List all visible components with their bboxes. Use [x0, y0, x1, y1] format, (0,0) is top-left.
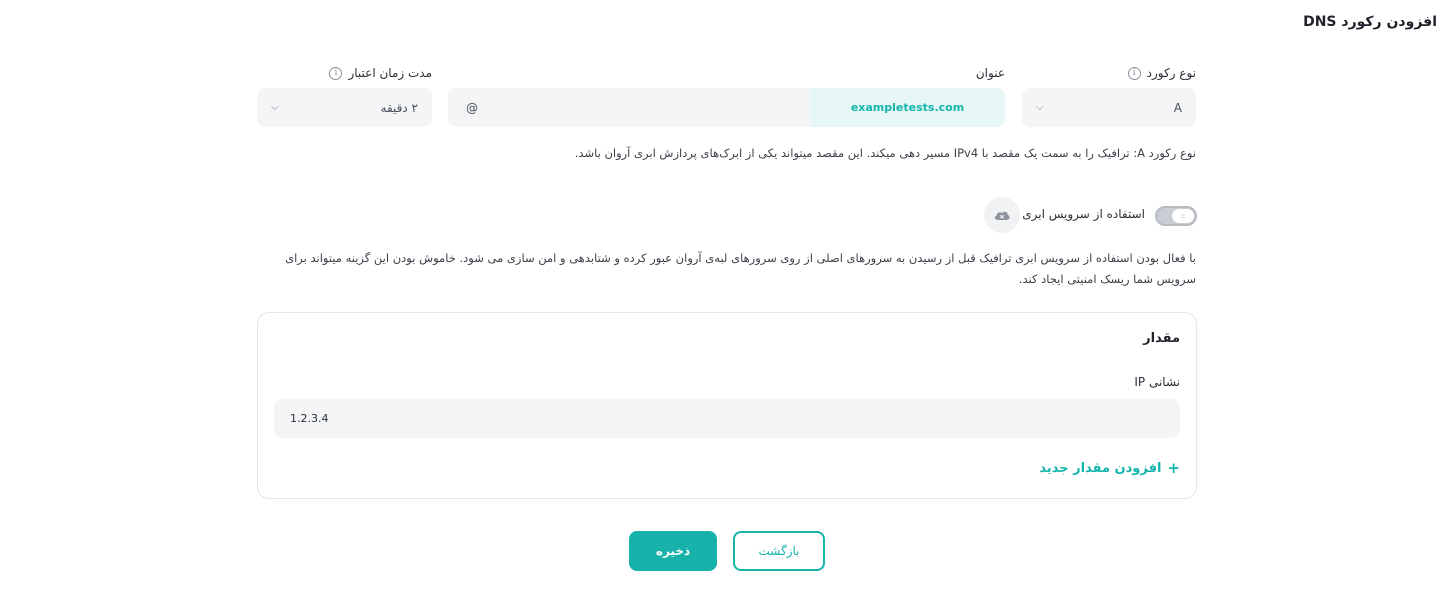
record-type-select[interactable]: A ⌵ [1022, 88, 1196, 127]
value-card-title: مقدار [1143, 331, 1180, 346]
record-type-label: نوع رکورد [1146, 66, 1196, 80]
name-input[interactable]: @ [448, 88, 810, 127]
info-icon[interactable]: i [1127, 66, 1141, 80]
cloud-icon[interactable] [984, 197, 1020, 233]
plus-icon: + [1167, 459, 1180, 477]
name-label-group: عنوان [976, 66, 1005, 80]
chevron-down-icon: ⌵ [1036, 102, 1044, 113]
back-button[interactable]: بازگشت [733, 531, 825, 571]
name-label: عنوان [975, 66, 1005, 80]
add-value-label: افزودن مقدار جدید [1039, 460, 1162, 476]
ttl-label-group: مدت زمان اعتبار i [329, 66, 432, 80]
ttl-label: مدت زمان اعتبار [348, 66, 432, 80]
cloud-service-label: استفاده از سرویس ابری [1022, 207, 1145, 221]
ttl-value: ۲ دقیقه [380, 100, 418, 115]
add-value-button[interactable]: + افزودن مقدار جدید [1039, 459, 1180, 477]
save-button[interactable]: ذخیره [629, 531, 717, 571]
cloud-service-toggle[interactable]: ::: [1155, 206, 1197, 226]
info-icon[interactable]: i [329, 66, 343, 80]
domain-suffix: exampletests.com [810, 88, 1005, 127]
record-type-hint: نوع رکورد A: ترافیک را به سمت یک مقصد با… [574, 146, 1196, 160]
cloud-service-description-2: سرویس شما ریسک امنیتی ایجاد کند. [1018, 272, 1196, 286]
record-type-value: A [1173, 100, 1182, 115]
ttl-select[interactable]: ۲ دقیقه ⌵ [257, 88, 432, 127]
ip-label: نشانی IP [1134, 375, 1180, 389]
name-field: @ exampletests.com [448, 88, 1005, 127]
name-input-value: @ [466, 100, 478, 115]
toggle-knob: ::: [1172, 209, 1194, 223]
page-title: افزودن رکورد DNS [1303, 14, 1437, 30]
value-card: مقدار نشانی IP + افزودن مقدار جدید [257, 312, 1197, 499]
cloud-service-description-1: با فعال بودن استفاده از سرویس ابری ترافی… [285, 251, 1196, 265]
chevron-down-icon: ⌵ [271, 102, 279, 113]
ip-input[interactable] [274, 399, 1180, 438]
record-type-label-group: نوع رکورد i [1127, 66, 1196, 80]
